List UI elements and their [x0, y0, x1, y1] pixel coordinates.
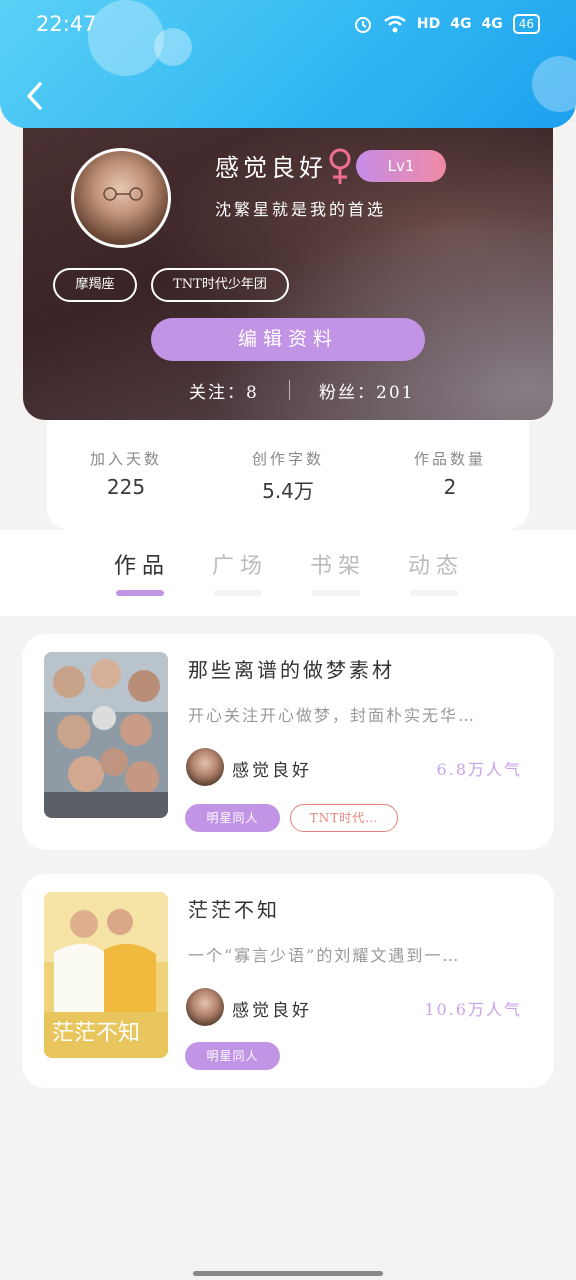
- status-time: 22:47: [36, 12, 97, 36]
- profile-tag[interactable]: 摩羯座: [53, 268, 137, 302]
- tab-indicator: [410, 590, 458, 596]
- follow-stats: 关注：8 粉丝：201: [23, 378, 553, 404]
- avatar-glasses-icon: [103, 187, 143, 201]
- tab-bar: 作品 广场 书架 动态: [0, 530, 576, 616]
- cover-image: [44, 652, 168, 818]
- avatar[interactable]: [71, 148, 171, 248]
- work-tag[interactable]: 明星同人: [185, 804, 280, 832]
- tab-indicator: [214, 590, 262, 596]
- work-card[interactable]: 那些离谱的做梦素材 开心关注开心做梦，封面朴实无华… 感觉良好 6.8万人气 明…: [22, 634, 554, 850]
- author-avatar: [186, 988, 224, 1026]
- edit-profile-button[interactable]: 编辑资料: [151, 318, 425, 361]
- top-header: 22:47 HD 4G 4G 46: [0, 0, 576, 128]
- tab-activity[interactable]: 动态: [408, 548, 464, 580]
- status-icons: HD 4G 4G 46: [353, 14, 540, 34]
- tab-works[interactable]: 作品: [114, 548, 170, 580]
- work-card[interactable]: 茫茫不知 茫茫不知 一个“寡言少语”的刘耀文遇到一… 感觉良好 10.6万人气 …: [22, 874, 554, 1088]
- work-cover[interactable]: 茫茫不知: [44, 892, 168, 1058]
- wifi-icon: [384, 15, 406, 33]
- stat-value: 225: [106, 475, 146, 499]
- level-badge: Lv1: [356, 150, 446, 182]
- decor-bubble: [154, 28, 192, 66]
- stat-label: 加入天数: [89, 450, 162, 468]
- stat-label: 作品数量: [413, 450, 486, 468]
- hd-icon: HD: [416, 16, 441, 32]
- alarm-icon: [354, 17, 371, 33]
- battery-icon: 46: [512, 14, 540, 34]
- stat-days: 加入天数 225: [56, 448, 196, 499]
- back-chevron-icon[interactable]: [20, 78, 50, 114]
- tab-indicator: [116, 590, 164, 596]
- profile-signature: 沈繁星就是我的首选: [215, 200, 387, 219]
- fans-count[interactable]: 粉丝：201: [319, 378, 414, 403]
- work-title[interactable]: 茫茫不知: [188, 894, 280, 923]
- work-cover[interactable]: [44, 652, 168, 818]
- username: 感觉良好: [215, 154, 327, 182]
- signal-4g-icon: 4G: [450, 16, 472, 32]
- stat-words: 创作字数 5.4万: [218, 448, 358, 504]
- signal-4g-icon: 4G: [481, 16, 503, 32]
- author-name: 感觉良好: [232, 1001, 312, 1021]
- tab-indicator: [312, 590, 360, 596]
- stat-value: 5.4万: [262, 479, 314, 503]
- home-indicator[interactable]: [193, 1271, 383, 1276]
- author-name: 感觉良好: [232, 761, 312, 781]
- cover-title-text: 茫茫不知: [52, 1021, 140, 1046]
- profile-tag[interactable]: TNT时代少年团: [151, 268, 289, 302]
- stat-works: 作品数量 2: [380, 448, 520, 499]
- work-title[interactable]: 那些离谱的做梦素材: [188, 654, 395, 683]
- work-tag[interactable]: TNT时代…: [290, 804, 398, 832]
- popularity-count: 10.6万人气: [424, 1000, 522, 1019]
- female-icon: [329, 148, 351, 184]
- tab-square[interactable]: 广场: [212, 548, 268, 580]
- work-description: 开心关注开心做梦，封面朴实无华…: [188, 706, 477, 725]
- author-avatar: [186, 748, 224, 786]
- following-count[interactable]: 关注：8: [189, 378, 259, 403]
- decor-bubble: [88, 0, 164, 76]
- stat-label: 创作字数: [251, 450, 324, 468]
- popularity-count: 6.8万人气: [436, 760, 522, 779]
- decor-bubble: [532, 56, 576, 112]
- work-tag[interactable]: 明星同人: [185, 1042, 280, 1070]
- cover-image: 茫茫不知: [44, 892, 168, 1058]
- profile-card: 感觉良好 Lv1 沈繁星就是我的首选 摩羯座 TNT时代少年团 编辑资料 关注：…: [23, 110, 553, 420]
- stat-value: 2: [443, 475, 457, 499]
- work-description: 一个“寡言少语”的刘耀文遇到一…: [188, 946, 461, 965]
- works-list: 那些离谱的做梦素材 开心关注开心做梦，封面朴实无华… 感觉良好 6.8万人气 明…: [0, 616, 576, 1092]
- tab-bookshelf[interactable]: 书架: [310, 548, 366, 580]
- divider: [289, 380, 290, 400]
